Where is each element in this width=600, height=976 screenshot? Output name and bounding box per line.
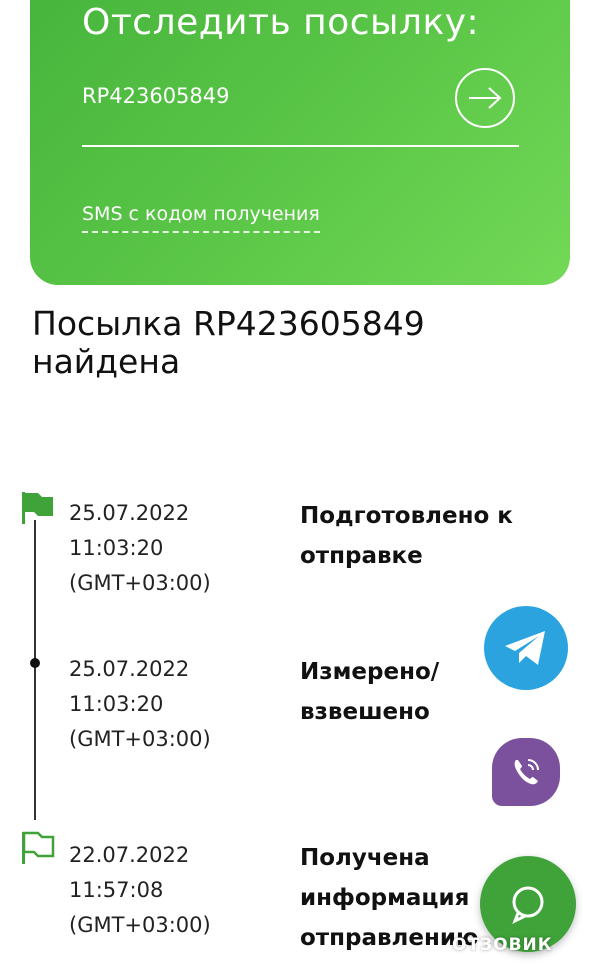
event-date: 25.07.2022 bbox=[69, 657, 190, 681]
event-datetime: 25.07.2022 11:03:20 (GMT+03:00) bbox=[69, 496, 211, 601]
dot-icon bbox=[30, 658, 40, 668]
event-time: 11:03:20 bbox=[69, 536, 164, 560]
heading-line-1: Посылка RP423605849 bbox=[32, 304, 425, 343]
tracking-number-input[interactable] bbox=[82, 84, 442, 108]
tracking-title: Отследить посылку: bbox=[82, 2, 480, 43]
timeline-line bbox=[34, 520, 36, 820]
viber-button[interactable] bbox=[492, 738, 560, 806]
status-line: Подготовлено к bbox=[300, 503, 513, 529]
arrow-right-icon bbox=[469, 87, 502, 109]
input-underline bbox=[82, 145, 519, 147]
telegram-button[interactable] bbox=[484, 606, 568, 690]
event-time: 11:03:20 bbox=[69, 692, 164, 716]
event-timezone: (GMT+03:00) bbox=[69, 571, 211, 595]
parcel-found-heading: Посылка RP423605849 найдена bbox=[32, 305, 512, 381]
status-line: отправке bbox=[300, 543, 423, 569]
status-line: взвешено bbox=[300, 699, 430, 725]
flag-outline-icon bbox=[22, 831, 55, 864]
event-timezone: (GMT+03:00) bbox=[69, 913, 211, 937]
viber-phone-icon bbox=[514, 759, 539, 785]
flag-filled-icon bbox=[22, 492, 53, 524]
sms-code-link[interactable]: SMS с кодом получения bbox=[82, 203, 320, 233]
heading-line-2: найдена bbox=[32, 342, 181, 381]
otzovik-watermark: ОТЗОВИК bbox=[452, 935, 553, 955]
event-timezone: (GMT+03:00) bbox=[69, 727, 211, 751]
telegram-icon bbox=[505, 631, 545, 665]
event-datetime: 25.07.2022 11:03:20 (GMT+03:00) bbox=[69, 652, 211, 757]
event-status: Подготовлено к отправке bbox=[300, 496, 590, 576]
event-date: 22.07.2022 bbox=[69, 843, 190, 867]
event-date: 25.07.2022 bbox=[69, 501, 190, 525]
event-datetime: 22.07.2022 11:57:08 (GMT+03:00) bbox=[69, 838, 211, 943]
chat-bubble-icon bbox=[512, 886, 544, 925]
event-time: 11:57:08 bbox=[69, 878, 164, 902]
track-submit-button[interactable] bbox=[455, 68, 515, 128]
